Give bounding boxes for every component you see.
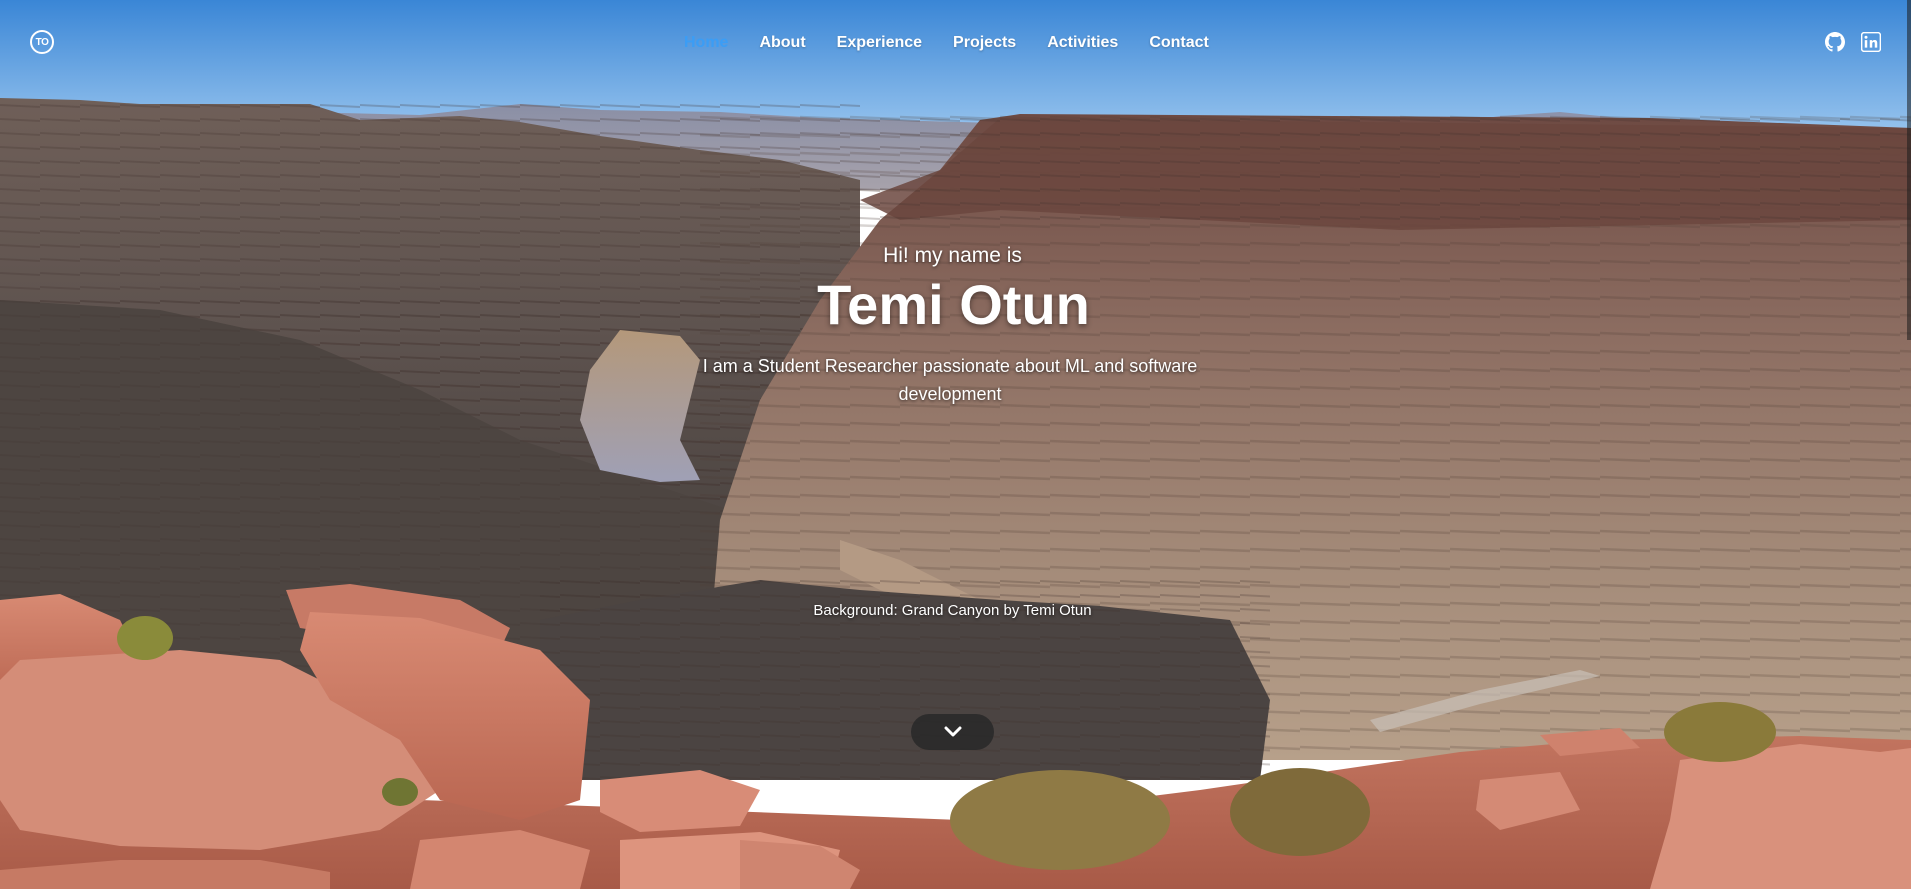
background-credit: Background: Grand Canyon by Temi Otun [813,602,1092,619]
hero-name: Temi Otun [817,273,1090,336]
chevron-down-icon [944,726,961,737]
hero-greeting: Hi! my name is [883,244,1022,267]
scroll-down-button[interactable] [911,714,994,750]
hero-section: Hi! my name is Temi Otun I am a Student … [0,0,1911,889]
page: TO Home About Experience Projects Activi… [0,0,1911,889]
hero-tagline: I am a Student Researcher passionate abo… [702,356,1198,404]
page-scrollbar[interactable] [1907,0,1911,340]
